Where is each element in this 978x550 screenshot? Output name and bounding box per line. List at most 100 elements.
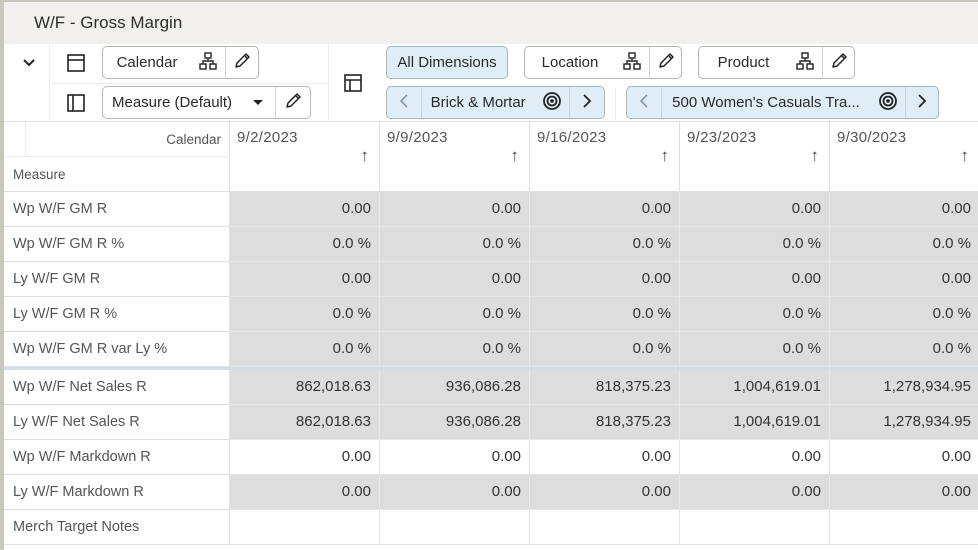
table-cell: 862,018.63 bbox=[230, 370, 380, 405]
calendar-dimension-pill: Calendar bbox=[102, 46, 259, 79]
measure-dimension-label: Measure (Default) bbox=[112, 94, 233, 111]
table-row: Merch Target Notes bbox=[4, 510, 978, 545]
location-edit-button[interactable] bbox=[649, 47, 681, 78]
chevron-right-icon bbox=[582, 93, 592, 112]
calendar-hierarchy-button[interactable] bbox=[191, 47, 225, 78]
column-header[interactable]: 9/23/2023 ↑ bbox=[680, 122, 830, 192]
row-header-measure: Wp W/F GM R var Ly % bbox=[4, 332, 230, 367]
table-cell: 0.00 bbox=[830, 262, 978, 297]
calendar-dimension-button[interactable]: Calendar bbox=[103, 47, 191, 78]
table-cell: 0.00 bbox=[680, 475, 830, 510]
hierarchy-icon bbox=[623, 51, 641, 74]
toolbar-divider bbox=[615, 88, 616, 120]
location-current-value[interactable]: Brick & Mortar bbox=[420, 87, 535, 118]
all-dimensions-button[interactable]: All Dimensions bbox=[386, 46, 508, 79]
location-hierarchy-button[interactable] bbox=[615, 47, 649, 78]
table-cell[interactable]: 0.00 bbox=[380, 440, 530, 475]
arrow-up-icon[interactable]: ↑ bbox=[661, 146, 670, 166]
row-header-measure: Ly W/F GM R % bbox=[4, 297, 230, 332]
row-header-measure: Wp W/F GM R bbox=[4, 192, 230, 227]
toolbar-divider bbox=[328, 44, 329, 122]
product-target-button[interactable] bbox=[870, 87, 905, 118]
table-cell[interactable] bbox=[230, 510, 380, 545]
table-cell: 0.00 bbox=[380, 262, 530, 297]
product-edit-button[interactable] bbox=[822, 47, 854, 78]
table-cell[interactable] bbox=[380, 510, 530, 545]
product-dimension-button[interactable]: Product bbox=[699, 47, 788, 78]
table-cell[interactable] bbox=[830, 510, 978, 545]
measure-edit-button[interactable] bbox=[275, 87, 310, 118]
row-header-measure: Wp W/F GM R % bbox=[4, 227, 230, 262]
column-layout-icon bbox=[65, 92, 87, 114]
hierarchy-icon bbox=[199, 51, 217, 74]
product-dimension-label: Product bbox=[717, 54, 770, 71]
column-header[interactable]: 9/16/2023 ↑ bbox=[530, 122, 680, 192]
location-prev-button[interactable] bbox=[387, 87, 421, 118]
table-row: Wp W/F Markdown R 0.00 0.00 0.00 0.00 0.00 bbox=[4, 440, 978, 475]
page-layout-icon bbox=[342, 72, 364, 94]
location-target-button[interactable] bbox=[535, 87, 570, 118]
corner-divider bbox=[4, 156, 230, 157]
location-next-button[interactable] bbox=[569, 87, 604, 118]
table-row: Wp W/F GM R % 0.0 % 0.0 % 0.0 % 0.0 % 0.0 % bbox=[4, 227, 978, 262]
table-cell: 0.0 % bbox=[380, 227, 530, 262]
row-header-measure: Wp W/F Markdown R bbox=[4, 440, 230, 475]
arrow-up-icon[interactable]: ↑ bbox=[511, 146, 520, 166]
table-cell: 0.0 % bbox=[830, 227, 978, 262]
column-header[interactable]: 9/30/2023 ↑ bbox=[830, 122, 978, 192]
table-cell: 0.0 % bbox=[680, 297, 830, 332]
table-row: Wp W/F GM R var Ly % 0.0 % 0.0 % 0.0 % 0.0 %… bbox=[4, 332, 978, 367]
column-header-date: 9/2/2023 bbox=[237, 129, 298, 146]
table-cell: 818,375.23 bbox=[530, 405, 680, 440]
column-header-date: 9/23/2023 bbox=[687, 129, 757, 146]
table-cell: 1,278,934.95 bbox=[830, 370, 978, 405]
target-icon bbox=[878, 91, 898, 115]
row-dimension-label: Measure bbox=[13, 167, 66, 182]
table-cell: 0.00 bbox=[230, 192, 380, 227]
measure-dimension-pill: Measure (Default) bbox=[102, 86, 311, 119]
chevron-left-icon bbox=[399, 93, 409, 112]
product-prev-button[interactable] bbox=[627, 87, 661, 118]
product-hierarchy-button[interactable] bbox=[788, 47, 822, 78]
table-cell: 936,086.28 bbox=[380, 370, 530, 405]
table-cell: 0.0 % bbox=[230, 227, 380, 262]
table-cell: 0.00 bbox=[680, 262, 830, 297]
table-cell[interactable] bbox=[530, 510, 680, 545]
hierarchy-icon bbox=[796, 51, 814, 74]
table-cell[interactable]: 0.00 bbox=[530, 440, 680, 475]
table-cell: 0.00 bbox=[380, 192, 530, 227]
arrow-up-icon[interactable]: ↑ bbox=[961, 146, 970, 166]
table-cell: 0.00 bbox=[530, 192, 680, 227]
calendar-dimension-label: Calendar bbox=[116, 54, 178, 71]
location-navigator: Brick & Mortar bbox=[386, 86, 605, 119]
column-header-date: 9/16/2023 bbox=[537, 129, 607, 146]
table-cell[interactable] bbox=[680, 510, 830, 545]
table-cell[interactable]: 0.00 bbox=[680, 440, 830, 475]
product-current-value[interactable]: 500 Women's Casuals Tra... bbox=[661, 87, 870, 118]
chevron-down-icon[interactable] bbox=[18, 52, 40, 74]
location-value-label: Brick & Mortar bbox=[430, 94, 526, 111]
arrow-up-icon[interactable]: ↑ bbox=[361, 146, 370, 166]
column-header[interactable]: 9/9/2023 ↑ bbox=[380, 122, 530, 192]
table-cell: 0.00 bbox=[830, 475, 978, 510]
table-cell[interactable]: 0.00 bbox=[230, 440, 380, 475]
table-cell: 0.0 % bbox=[680, 227, 830, 262]
target-icon bbox=[542, 91, 562, 115]
table-cell: 0.0 % bbox=[230, 297, 380, 332]
measure-dimension-select[interactable]: Measure (Default) bbox=[103, 87, 275, 118]
pencil-icon bbox=[657, 52, 675, 74]
column-header[interactable]: 9/2/2023 ↑ bbox=[230, 122, 380, 192]
row-header-measure: Ly W/F GM R bbox=[4, 262, 230, 297]
pencil-icon bbox=[233, 52, 251, 74]
location-dimension-button[interactable]: Location bbox=[525, 47, 615, 78]
product-next-button[interactable] bbox=[905, 87, 938, 118]
table-cell: 0.00 bbox=[380, 475, 530, 510]
calendar-edit-button[interactable] bbox=[225, 47, 258, 78]
arrow-up-icon[interactable]: ↑ bbox=[811, 146, 820, 166]
corner-divider bbox=[25, 122, 26, 156]
table-cell[interactable]: 0.00 bbox=[830, 440, 978, 475]
table-row: Ly W/F GM R 0.00 0.00 0.00 0.00 0.00 bbox=[4, 262, 978, 297]
table-cell: 818,375.23 bbox=[530, 370, 680, 405]
table-cell: 0.0 % bbox=[380, 297, 530, 332]
pivot-toolbar: Calendar Measure (Default) All Dimension… bbox=[4, 44, 978, 122]
